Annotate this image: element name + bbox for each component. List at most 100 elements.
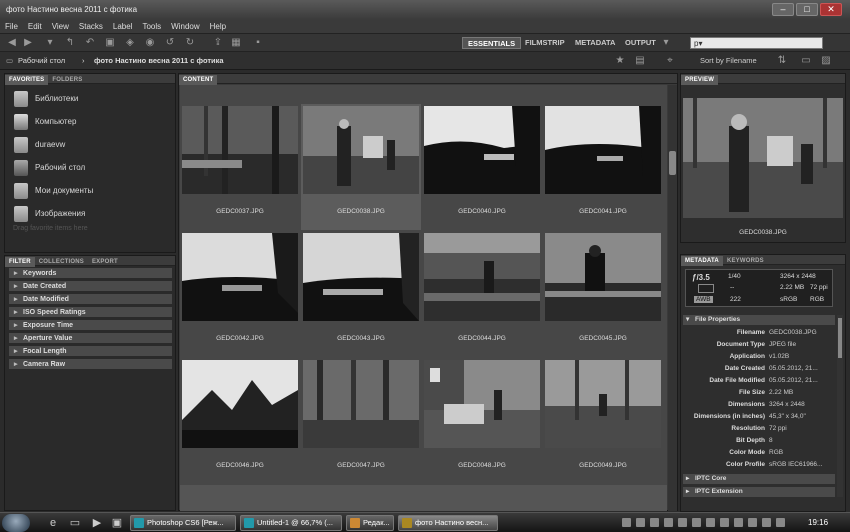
- filter-keywords[interactable]: Keywords: [9, 268, 172, 279]
- close-button[interactable]: ✕: [820, 3, 842, 16]
- thumbnail-item-selected[interactable]: GEDC0038.JPG: [301, 104, 421, 230]
- refine-icon[interactable]: ◈: [124, 37, 136, 49]
- network-icon[interactable]: [748, 518, 757, 527]
- up-folder-icon[interactable]: ↰: [64, 37, 76, 49]
- favorite-pictures[interactable]: Изображения: [11, 205, 171, 223]
- section-iptc-core[interactable]: IPTC Core: [683, 474, 835, 484]
- star-filter-icon[interactable]: ★: [614, 55, 626, 67]
- tray-icon[interactable]: [706, 518, 715, 527]
- breadcrumb-current[interactable]: фото Настино весна 2011 с фотика: [94, 52, 224, 70]
- tray-icon[interactable]: [692, 518, 701, 527]
- thumbnail-item[interactable]: GEDC0043.JPG: [301, 231, 421, 357]
- favorite-user-folder[interactable]: duraevw: [11, 136, 171, 154]
- task-untitled[interactable]: Untitled-1 @ 66,7% (...: [240, 515, 342, 531]
- pinned-app-icon[interactable]: ▣: [108, 515, 126, 531]
- menu-view[interactable]: View: [47, 20, 74, 34]
- trash-icon[interactable]: ▪: [252, 37, 264, 49]
- tab-filter[interactable]: FILTER: [5, 257, 35, 267]
- filter-camera-raw[interactable]: Camera Raw: [9, 359, 172, 370]
- tab-content[interactable]: CONTENT: [179, 75, 218, 85]
- tray-icon[interactable]: [664, 518, 673, 527]
- breadcrumb-root[interactable]: Рабочий стол: [18, 52, 65, 70]
- thumbnail-item[interactable]: GEDC0042.JPG: [180, 231, 300, 357]
- maximize-button[interactable]: □: [796, 3, 818, 16]
- filter-iso-speed[interactable]: ISO Speed Ratings: [9, 307, 172, 318]
- thumbnail-item[interactable]: GEDC0041.JPG: [543, 104, 663, 230]
- ie-icon[interactable]: e: [44, 515, 62, 531]
- menu-window[interactable]: Window: [166, 20, 204, 34]
- section-file-properties[interactable]: File Properties: [683, 315, 835, 325]
- scrollbar-thumb[interactable]: [838, 318, 842, 358]
- back-icon[interactable]: ◀: [6, 37, 18, 49]
- thumbnail-item[interactable]: GEDC0037.JPG: [180, 104, 300, 230]
- language-icon[interactable]: [776, 518, 785, 527]
- thumbnail-item[interactable]: GEDC0044.JPG: [422, 231, 542, 357]
- thumbnail-item[interactable]: GEDC0048.JPG: [422, 358, 542, 484]
- clock[interactable]: 19:16: [808, 513, 828, 532]
- menu-edit[interactable]: Edit: [23, 20, 47, 34]
- rotate-left-icon[interactable]: ↺: [164, 37, 176, 49]
- tab-preview[interactable]: PREVIEW: [681, 75, 719, 85]
- new-folder-icon[interactable]: ▤: [634, 55, 646, 67]
- tray-icon[interactable]: [678, 518, 687, 527]
- workspace-filmstrip[interactable]: FILMSTRIP: [520, 37, 570, 49]
- thumbnail-item[interactable]: GEDC0045.JPG: [543, 231, 663, 357]
- explorer-icon[interactable]: ▭: [66, 515, 84, 531]
- favorite-documents[interactable]: Мои документы: [11, 182, 171, 200]
- workspace-menu-chevron-icon[interactable]: ▾: [660, 37, 672, 49]
- metadata-scrollbar[interactable]: [837, 315, 843, 497]
- search-input[interactable]: p▾: [690, 37, 823, 49]
- thumbnail-item[interactable]: GEDC0040.JPG: [422, 104, 542, 230]
- forward-icon[interactable]: ▶: [22, 37, 34, 49]
- sort-by-dropdown[interactable]: Sort by Filename: [700, 52, 757, 70]
- tab-favorites[interactable]: FAVORITES: [5, 75, 49, 85]
- rotate-right-icon[interactable]: ↻: [184, 37, 196, 49]
- sort-order-icon[interactable]: ⇅: [776, 55, 788, 67]
- media-player-icon[interactable]: ▶: [88, 515, 106, 531]
- workspace-metadata[interactable]: METADATA: [570, 37, 620, 49]
- camera-icon[interactable]: ▣: [104, 37, 116, 49]
- task-editor[interactable]: Редак...: [346, 515, 394, 531]
- thumbnail-item[interactable]: GEDC0047.JPG: [301, 358, 421, 484]
- tab-metadata[interactable]: METADATA: [681, 256, 723, 266]
- tray-icon[interactable]: [720, 518, 729, 527]
- task-photoshop[interactable]: Photoshop CS6 [Реж...: [130, 515, 236, 531]
- favorite-libraries[interactable]: Библиотеки: [11, 90, 171, 108]
- start-button[interactable]: [2, 514, 30, 532]
- tab-collections[interactable]: COLLECTIONS: [35, 257, 88, 267]
- menu-label[interactable]: Label: [108, 20, 138, 34]
- filter-date-created[interactable]: Date Created: [9, 281, 172, 292]
- menu-stacks[interactable]: Stacks: [74, 20, 108, 34]
- menu-file[interactable]: File: [0, 20, 23, 34]
- volume-icon[interactable]: [762, 518, 771, 527]
- tray-icon[interactable]: [650, 518, 659, 527]
- content-scrollbar[interactable]: [668, 85, 677, 511]
- tray-icon[interactable]: [622, 518, 631, 527]
- favorite-computer[interactable]: Компьютер: [11, 113, 171, 131]
- scrollbar-thumb[interactable]: [669, 151, 676, 175]
- section-iptc-extension[interactable]: IPTC Extension: [683, 487, 835, 497]
- delete-icon[interactable]: ▨: [820, 55, 832, 67]
- filter-icon[interactable]: ⌖: [664, 55, 676, 67]
- new-folder-button-icon[interactable]: ▭: [800, 55, 812, 67]
- tab-export[interactable]: EXPORT: [88, 257, 122, 267]
- workspace-output[interactable]: OUTPUT: [620, 37, 661, 49]
- favorite-desktop[interactable]: Рабочий стол: [11, 159, 171, 177]
- output-icon[interactable]: ⇪: [212, 37, 224, 49]
- tray-icon[interactable]: [636, 518, 645, 527]
- task-bridge-active[interactable]: фото Настино весн...: [398, 515, 498, 531]
- filter-focal-length[interactable]: Focal Length: [9, 346, 172, 357]
- tab-keywords[interactable]: KEYWORDS: [723, 256, 768, 266]
- filter-aperture-value[interactable]: Aperture Value: [9, 333, 172, 344]
- tab-folders[interactable]: FOLDERS: [48, 75, 86, 85]
- thumbnail-quality-icon[interactable]: ▦: [230, 37, 242, 49]
- menu-tools[interactable]: Tools: [137, 20, 166, 34]
- minimize-button[interactable]: –: [772, 3, 794, 16]
- workspace-essentials[interactable]: ESSENTIALS: [462, 37, 522, 49]
- undo-icon[interactable]: ↶: [84, 37, 96, 49]
- filter-date-modified[interactable]: Date Modified: [9, 294, 172, 305]
- thumbnail-item[interactable]: GEDC0046.JPG: [180, 358, 300, 484]
- tray-icon[interactable]: [734, 518, 743, 527]
- filter-exposure-time[interactable]: Exposure Time: [9, 320, 172, 331]
- menu-help[interactable]: Help: [205, 20, 231, 34]
